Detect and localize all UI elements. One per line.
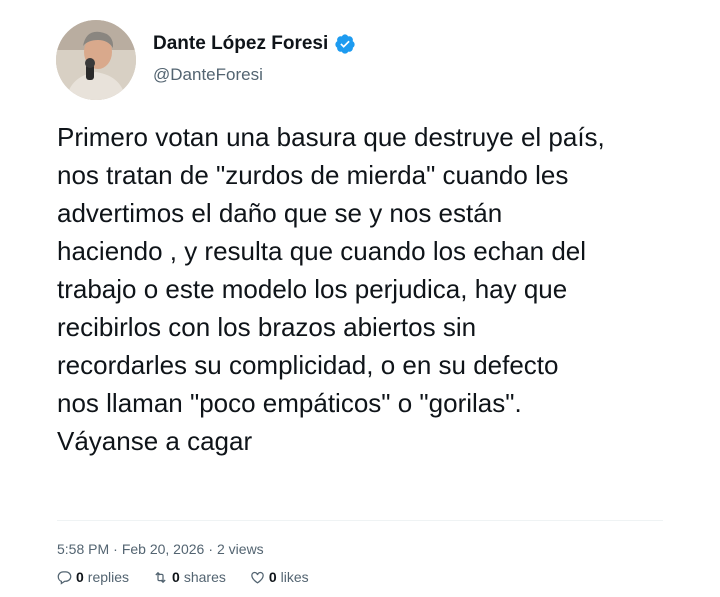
divider <box>57 520 663 521</box>
reply-label: replies <box>87 569 130 585</box>
reply-button[interactable]: 0 replies <box>57 569 129 585</box>
tweet-views: 2 views <box>217 541 264 557</box>
reply-count: 0 <box>76 569 84 585</box>
like-count: 0 <box>268 569 277 585</box>
share-label: shares <box>183 569 226 585</box>
tweet-card: Dante López Foresi @DanteForesi Primero … <box>0 0 720 597</box>
meta-separator: · <box>113 541 118 557</box>
share-count: 0 <box>172 569 180 585</box>
tweet-time[interactable]: 5:58 PM <box>57 541 109 557</box>
meta-separator: · <box>208 541 213 557</box>
avatar-photo <box>56 20 136 100</box>
heart-icon <box>251 571 264 584</box>
like-label: likes <box>280 569 309 585</box>
verified-badge-icon <box>334 33 356 55</box>
retweet-icon <box>155 571 166 583</box>
author-display-name[interactable]: Dante López Foresi <box>153 33 328 55</box>
author-handle[interactable]: @DanteForesi <box>153 65 263 85</box>
like-button[interactable]: 0 likes <box>250 569 309 585</box>
tweet-actions: 0 replies 0 shares 0 likes <box>57 569 309 585</box>
reply-bubble-icon <box>57 570 72 585</box>
tweet-text: Primero votan una basura que destruye el… <box>57 122 605 456</box>
tweet-date[interactable]: Feb 20, 2026 <box>122 541 205 557</box>
share-button[interactable]: 0 shares <box>153 569 226 585</box>
author-row: Dante López Foresi <box>153 33 356 55</box>
tweet-meta: 5:58 PM · Feb 20, 2026 · 2 views <box>57 541 264 557</box>
avatar[interactable] <box>56 20 136 100</box>
